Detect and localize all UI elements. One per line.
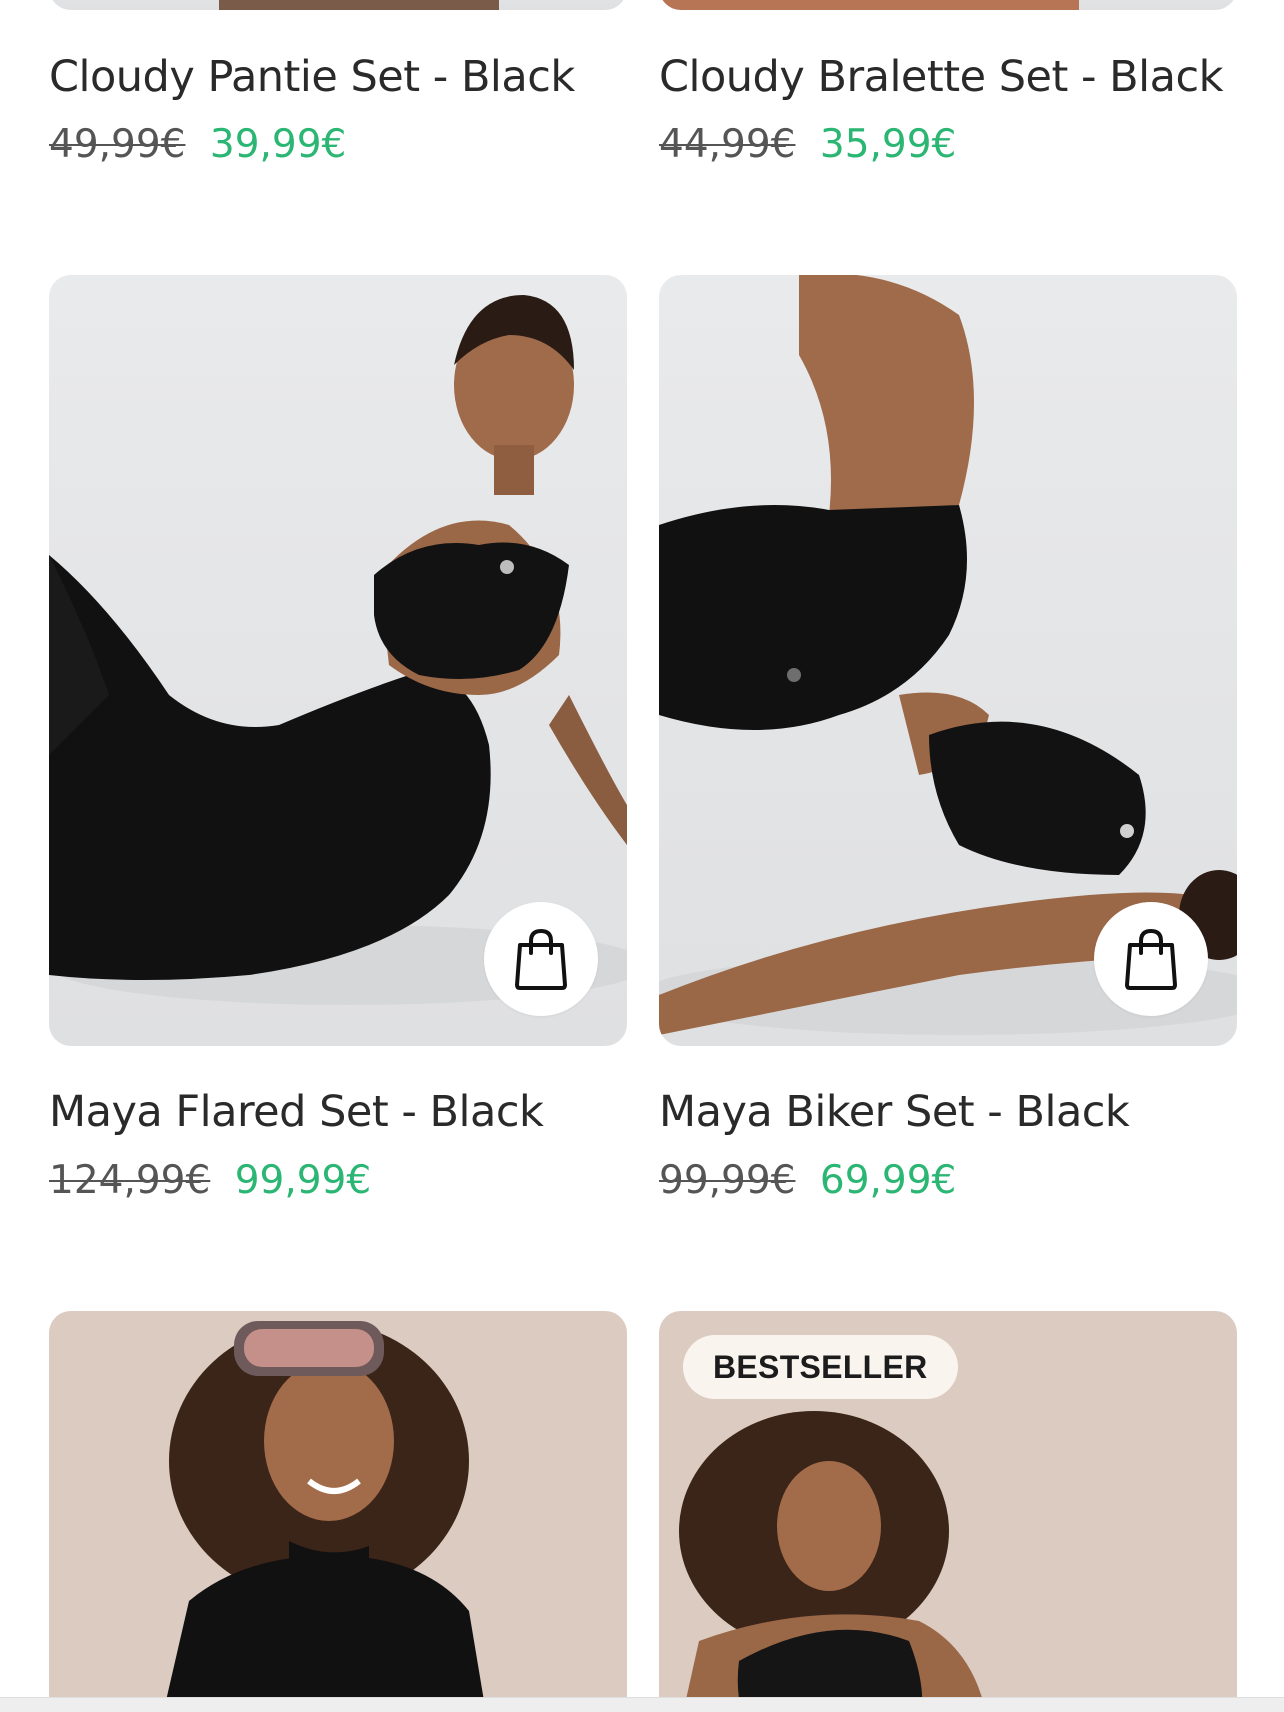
original-price: 99,99€ (659, 1158, 796, 1203)
product-image[interactable]: BESTSELLER (659, 1311, 1237, 1712)
sale-price: 35,99€ (819, 122, 957, 167)
add-to-cart-button[interactable] (484, 902, 598, 1016)
product-grid-page: Cloudy Pantie Set - Black 49,99€ 39,99€ … (0, 0, 1284, 1712)
product-image[interactable] (49, 0, 627, 10)
original-price: 44,99€ (659, 122, 796, 167)
product-image[interactable] (49, 1311, 627, 1712)
price-row: 124,99€ 99,99€ (49, 1158, 371, 1203)
product-title[interactable]: Cloudy Bralette Set - Black (659, 52, 1224, 102)
sale-price: 99,99€ (234, 1158, 372, 1203)
sale-price: 39,99€ (209, 122, 347, 167)
product-card[interactable]: Cloudy Bralette Set - Black 44,99€ 35,99… (659, 0, 1237, 180)
bottom-bar (0, 1697, 1284, 1712)
product-image[interactable] (659, 0, 1237, 10)
product-title[interactable]: Maya Biker Set - Black (659, 1087, 1130, 1137)
product-title[interactable]: Cloudy Pantie Set - Black (49, 52, 575, 102)
product-card[interactable]: Cloudy Pantie Set - Black 49,99€ 39,99€ (49, 0, 627, 180)
add-to-cart-button[interactable] (1094, 902, 1208, 1016)
bestseller-badge: BESTSELLER (683, 1335, 958, 1399)
sale-price: 69,99€ (819, 1158, 957, 1203)
price-row: 49,99€ 39,99€ (49, 122, 346, 167)
product-card[interactable]: BESTSELLER (659, 1311, 1237, 1712)
original-price: 124,99€ (49, 1158, 211, 1203)
product-image[interactable] (49, 275, 627, 1046)
model-photo (163, 1321, 486, 1712)
shopping-bag-icon (515, 928, 567, 990)
product-title[interactable]: Maya Flared Set - Black (49, 1087, 544, 1137)
product-card[interactable]: Maya Flared Set - Black 124,99€ 99,99€ (49, 275, 627, 1225)
price-row: 44,99€ 35,99€ (659, 122, 956, 167)
product-card[interactable]: Maya Biker Set - Black 99,99€ 69,99€ (659, 275, 1237, 1225)
shopping-bag-icon (1125, 928, 1177, 990)
price-row: 99,99€ 69,99€ (659, 1158, 956, 1203)
product-image[interactable] (659, 275, 1237, 1046)
original-price: 49,99€ (49, 122, 186, 167)
product-card[interactable] (49, 1311, 627, 1712)
